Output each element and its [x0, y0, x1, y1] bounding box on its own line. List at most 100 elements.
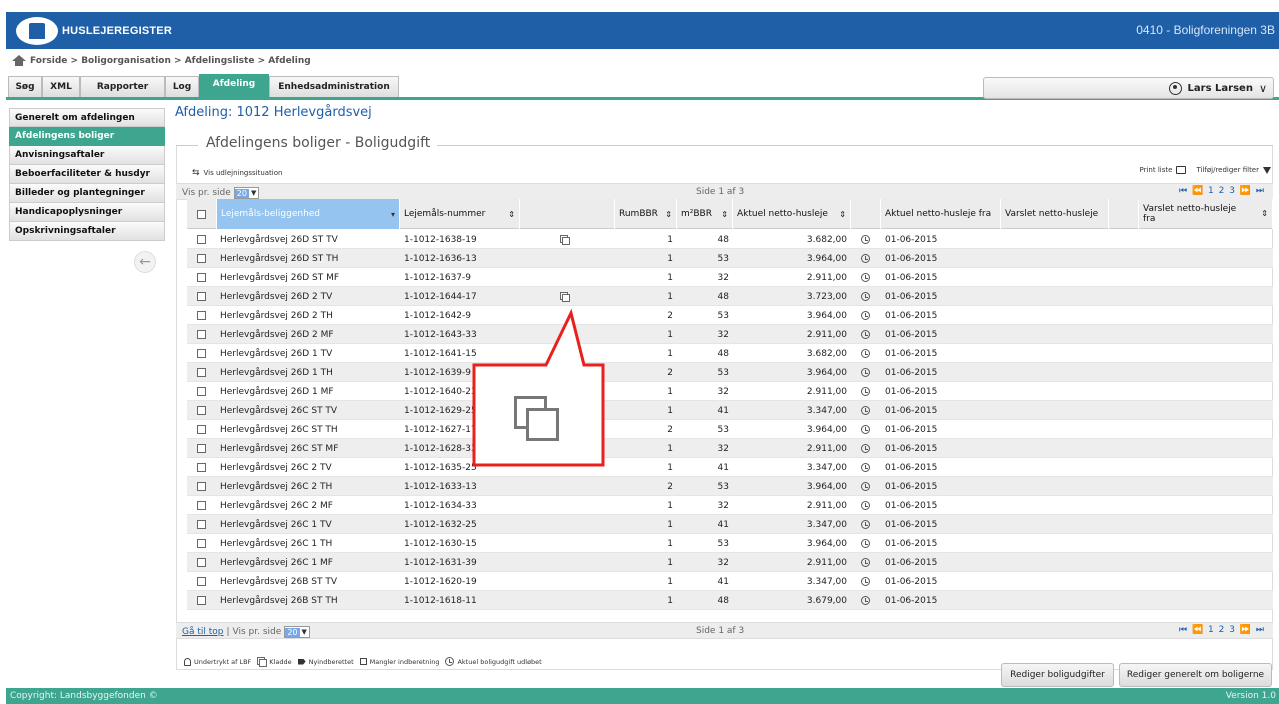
- table-row[interactable]: Herlevgårdsvej 26C ST TV 1-1012-1629-25 1 4…: [187, 401, 1273, 420]
- table-row[interactable]: Herlevgårdsvej 26C 2 TV 1-1012-1635-25 1 41…: [187, 458, 1273, 477]
- table-row[interactable]: Herlevgårdsvej 26C 1 MF 1-1012-1631-39 1 32…: [187, 553, 1273, 572]
- cell-m2: 53: [717, 253, 729, 264]
- organization-name[interactable]: 0410 - Boligforeningen 3B: [1136, 23, 1275, 37]
- table-row[interactable]: Herlevgårdsvej 26C ST TH 1-1012-1627-17 2 5…: [187, 420, 1273, 439]
- row-checkbox[interactable]: [197, 577, 206, 586]
- table-row[interactable]: Herlevgårdsvej 26D 2 TH 1-1012-1642-9 2 53 3…: [187, 306, 1273, 325]
- table-row[interactable]: Herlevgårdsvej 26C 2 MF 1-1012-1634-33 1 32…: [187, 496, 1273, 515]
- icon-cell: [197, 401, 209, 420]
- table-row[interactable]: Herlevgårdsvej 26D 1 TV 1-1012-1641-15 1 48…: [187, 344, 1273, 363]
- sidebar-item-handicap[interactable]: Handicapoplysninger: [9, 203, 165, 222]
- row-checkbox[interactable]: [197, 273, 206, 282]
- tab-log[interactable]: Log: [165, 76, 199, 97]
- sort-icon: ⇕: [839, 209, 846, 219]
- select-all-checkbox[interactable]: [197, 209, 206, 219]
- cell-rum: 1: [667, 576, 673, 587]
- icon-cell: [861, 477, 873, 496]
- column-header-m2[interactable]: m²BBR ⇕: [677, 199, 733, 229]
- table-row[interactable]: Herlevgårdsvej 26D 2 TV 1-1012-1644-17 1 48…: [187, 287, 1273, 306]
- tab-afdeling[interactable]: Afdeling: [199, 74, 269, 97]
- icon-cell: [560, 572, 572, 591]
- cell-husleje: 3.347,00: [806, 519, 847, 530]
- table-row[interactable]: Herlevgårdsvej 26C ST MF 1-1012-1628-33 1 3…: [187, 439, 1273, 458]
- row-checkbox[interactable]: [197, 292, 206, 301]
- table-row[interactable]: Herlevgårdsvej 26B ST TH 1-1012-1618-11 1 4…: [187, 591, 1273, 610]
- filter-label[interactable]: Tilføj/rediger filter: [1196, 166, 1259, 174]
- table-row[interactable]: Herlevgårdsvej 26C 1 TV 1-1012-1632-25 1 41…: [187, 515, 1273, 534]
- table-row[interactable]: Herlevgårdsvej 26D 1 TH 1-1012-1639-9 2 53 3…: [187, 363, 1273, 382]
- print-label[interactable]: Print liste: [1140, 166, 1173, 174]
- column-header-nummer[interactable]: Lejemåls-nummer ⇕: [400, 199, 520, 229]
- row-checkbox[interactable]: [197, 254, 206, 263]
- sidebar-item-opskrivningsaftaler[interactable]: Opskrivningsaftaler: [9, 222, 165, 241]
- user-icon: [1168, 81, 1182, 95]
- sidebar-item-boliger[interactable]: Afdelingens boliger: [9, 127, 165, 146]
- row-checkbox[interactable]: [197, 501, 206, 510]
- row-checkbox[interactable]: [197, 406, 206, 415]
- table-row[interactable]: Herlevgårdsvej 26C 2 TH 1-1012-1633-13 2 53…: [187, 477, 1273, 496]
- column-header-rum[interactable]: RumBBR ⇕: [615, 199, 677, 229]
- logo-text: HUSLEJEREGISTER: [62, 24, 172, 37]
- tab-xml[interactable]: XML: [42, 76, 80, 97]
- row-checkbox[interactable]: [197, 444, 206, 453]
- per-page-select[interactable]: 20 ▼: [233, 187, 260, 199]
- clock-icon: [861, 368, 870, 377]
- per-page-select[interactable]: 20 ▼: [284, 626, 310, 638]
- row-checkbox[interactable]: [197, 558, 206, 567]
- cell-lejemaal: Herlevgårdsvej 26C 1 TV: [220, 519, 332, 530]
- sidebar-item-beboerfaciliteter[interactable]: Beboerfaciliteter & husdyr: [9, 165, 165, 184]
- vis-udlejning-label: Vis udlejningssituation: [203, 169, 283, 177]
- copy-icon[interactable]: [560, 235, 570, 245]
- row-checkbox[interactable]: [197, 596, 206, 605]
- row-checkbox[interactable]: [197, 425, 206, 434]
- sidebar-item-anvisningsaftaler[interactable]: Anvisningsaftaler: [9, 146, 165, 165]
- tab-rapporter[interactable]: Rapporter: [80, 76, 165, 97]
- icon-cell: [560, 230, 572, 249]
- pagination-links[interactable]: ⏮ ⏪ 1 2 3 ⏩ ⏭: [1179, 186, 1265, 196]
- row-checkbox[interactable]: [197, 330, 206, 339]
- column-header-husleje[interactable]: Aktuel netto-husleje ⇕: [733, 199, 851, 229]
- cell-husleje: 3.964,00: [806, 481, 847, 492]
- table-row[interactable]: Herlevgårdsvej 26D 2 MF 1-1012-1643-33 1 32…: [187, 325, 1273, 344]
- icon-cell: [861, 306, 873, 325]
- row-checkbox[interactable]: [197, 311, 206, 320]
- go-top-link[interactable]: Gå til top: [182, 627, 224, 637]
- back-arrow-icon[interactable]: ←: [134, 251, 156, 273]
- user-menu[interactable]: Lars Larsen ∨: [983, 77, 1274, 99]
- table-row[interactable]: Herlevgårdsvej 26D ST TH 1-1012-1636-13 1 5…: [187, 249, 1273, 268]
- column-header-lejemaal[interactable]: Lejemåls-beliggenhed ▾: [217, 199, 400, 229]
- table-row[interactable]: Herlevgårdsvej 26C 1 TH 1-1012-1630-15 1 53…: [187, 534, 1273, 553]
- tab-sog[interactable]: Søg: [8, 76, 42, 97]
- table-row[interactable]: Herlevgårdsvej 26D 1 MF 1-1012-1640-23 1 32…: [187, 382, 1273, 401]
- table-row[interactable]: Herlevgårdsvej 26D ST TV 1-1012-1638-19 1 4…: [187, 230, 1273, 249]
- vis-udlejning-link[interactable]: ⇆ Vis udlejningssituation: [192, 168, 282, 178]
- row-checkbox[interactable]: [197, 482, 206, 491]
- icon-cell: [197, 458, 209, 477]
- printer-icon[interactable]: [1176, 166, 1187, 174]
- table-row[interactable]: Herlevgårdsvej 26D ST MF 1-1012-1637-9 1 32…: [187, 268, 1273, 287]
- row-checkbox[interactable]: [197, 349, 206, 358]
- sidebar-item-billeder[interactable]: Billeder og plantegninger: [9, 184, 165, 203]
- column-header-varslet[interactable]: Varslet netto-husleje: [1001, 199, 1109, 229]
- logo[interactable]: HUSLEJEREGISTER: [16, 15, 172, 46]
- row-checkbox[interactable]: [197, 368, 206, 377]
- user-name: Lars Larsen: [1187, 82, 1253, 94]
- breadcrumb-text[interactable]: Forside > Boligorganisation > Afdelingsl…: [30, 56, 311, 66]
- sidebar-item-generelt[interactable]: Generelt om afdelingen: [9, 108, 165, 127]
- column-header-fra[interactable]: Aktuel netto-husleje fra: [881, 199, 1001, 229]
- row-checkbox[interactable]: [197, 387, 206, 396]
- row-checkbox[interactable]: [197, 520, 206, 529]
- row-checkbox[interactable]: [197, 539, 206, 548]
- home-icon[interactable]: [12, 55, 26, 66]
- column-header-varslet-fra[interactable]: Varslet netto-husleje fra ⇕: [1139, 199, 1273, 229]
- table-row[interactable]: Herlevgårdsvej 26B ST TV 1-1012-1620-19 1 4…: [187, 572, 1273, 591]
- copy-icon[interactable]: [560, 292, 570, 302]
- cell-lejemaal: Herlevgårdsvej 26C ST TV: [220, 405, 338, 416]
- pagination-links[interactable]: ⏮ ⏪ 1 2 3 ⏩ ⏭: [1179, 625, 1265, 635]
- filter-icon[interactable]: [1263, 166, 1271, 174]
- rediger-generelt-button[interactable]: Rediger generelt om boligerne: [1119, 663, 1272, 687]
- tab-enhedsadministration[interactable]: Enhedsadministration: [269, 76, 399, 97]
- row-checkbox[interactable]: [197, 463, 206, 472]
- rediger-boligudgifter-button[interactable]: Rediger boligudgifter: [1001, 663, 1114, 687]
- row-checkbox[interactable]: [197, 235, 206, 244]
